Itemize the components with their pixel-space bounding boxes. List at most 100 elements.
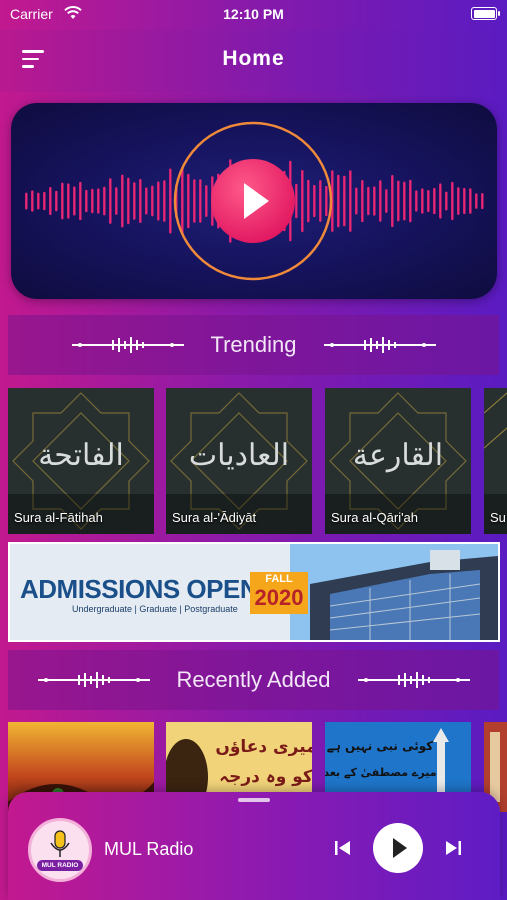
trending-card[interactable]: الفاتحة Sura al-Fātihah <box>8 388 154 534</box>
play-icon <box>393 838 407 858</box>
waveform-bar <box>415 190 418 212</box>
waveform-bar <box>181 167 184 235</box>
waveform-bar <box>409 179 412 223</box>
card-caption: Sura al-'Ādiyāt <box>172 510 257 525</box>
waveform-bar <box>421 188 424 214</box>
waveform-bar <box>37 192 40 210</box>
card-caption: Su <box>490 510 506 525</box>
card-arabic-title: العاديات <box>188 438 290 473</box>
waveform-bar <box>481 192 484 210</box>
waveform-bar <box>67 183 70 219</box>
waveform-bar <box>133 182 136 220</box>
waveform-divider-icon <box>358 672 470 688</box>
status-bar: Carrier 12:10 PM <box>0 0 507 30</box>
trending-card[interactable]: Su <box>484 388 507 534</box>
waveform-bar <box>373 186 376 216</box>
waveform-bar <box>151 185 154 217</box>
waveform-bar <box>451 181 454 221</box>
waveform-bar <box>205 185 208 217</box>
waveform-bar <box>163 180 166 222</box>
waveform-bar <box>31 190 34 212</box>
waveform-bar <box>61 182 64 220</box>
waveform-bar <box>85 189 88 213</box>
waveform-bar <box>319 180 322 222</box>
waveform-bar <box>343 175 346 227</box>
svg-text:کوئی نبی نہیں ہے: کوئی نبی نہیں ہے <box>327 739 434 754</box>
mini-player[interactable]: MUL RADIO MUL Radio <box>8 792 500 900</box>
radio-logo-label: MUL RADIO <box>37 860 83 871</box>
waveform-bar <box>115 187 118 215</box>
waveform-bar <box>349 170 352 232</box>
waveform-bar <box>307 179 310 223</box>
waveform-bar <box>49 187 52 215</box>
waveform-bar <box>295 183 298 219</box>
waveform-bar <box>145 187 148 215</box>
trending-section-header: Trending <box>8 315 499 375</box>
waveform-bar <box>169 168 172 234</box>
nav-bar: Home <box>0 30 507 92</box>
waveform-bar <box>199 179 202 223</box>
card-arabic-title: القارعة <box>352 438 444 473</box>
waveform-bar <box>439 183 442 219</box>
waveform-bar <box>193 179 196 223</box>
radio-logo[interactable]: MUL RADIO <box>28 818 92 882</box>
waveform-bar <box>325 185 328 217</box>
waveform-bar <box>157 181 160 221</box>
waveform-bar <box>109 178 112 224</box>
mini-play-button[interactable] <box>373 823 423 873</box>
waveform-bar <box>121 174 124 228</box>
waveform-bar <box>139 179 142 223</box>
waveform-bar <box>127 177 130 225</box>
waveform-bar <box>391 175 394 227</box>
battery-icon <box>471 7 500 20</box>
waveform-bar <box>103 186 106 216</box>
trending-card[interactable]: القارعة Sura al-Qāri'ah <box>325 388 471 534</box>
waveform-bar <box>25 192 28 210</box>
waveform-bar <box>55 190 58 212</box>
svg-text:میرے مصطفیٰ کے بعد: میرے مصطفیٰ کے بعد <box>325 766 437 779</box>
skip-next-icon[interactable] <box>444 840 462 856</box>
hero-player-card[interactable] <box>11 103 497 299</box>
waveform-bar <box>463 187 466 215</box>
card-caption: Sura al-Fātihah <box>14 510 103 525</box>
waveform-divider-icon <box>324 337 436 353</box>
waveform-bar <box>43 191 46 211</box>
waveform-bar <box>355 187 358 215</box>
skip-previous-icon[interactable] <box>334 840 352 856</box>
svg-text:کو وہ درجہ: کو وہ درجہ <box>219 767 312 787</box>
card-caption: Sura al-Qāri'ah <box>331 510 419 525</box>
ad-fall-label: FALL <box>265 573 293 585</box>
ad-year-label: 2020 <box>254 585 304 610</box>
waveform-bar <box>457 187 460 215</box>
waveform-bar <box>91 188 94 214</box>
waveform-graphic <box>25 121 484 281</box>
waveform-bar <box>475 193 478 209</box>
page-title: Home <box>222 47 285 70</box>
now-playing-title: MUL Radio <box>104 839 194 859</box>
waveform-bar <box>445 191 448 211</box>
waveform-bar <box>367 186 370 216</box>
waveform-bar <box>313 184 316 218</box>
drag-handle[interactable] <box>238 798 270 802</box>
waveform-bar <box>379 180 382 222</box>
waveform-bar <box>385 189 388 213</box>
waveform-bar <box>79 181 82 221</box>
waveform-bar <box>187 173 190 229</box>
waveform-bar <box>427 189 430 213</box>
svg-text:میری دعاؤں: میری دعاؤں <box>215 737 312 757</box>
ad-fall-badge: FALL 2020 <box>250 572 308 614</box>
trending-card[interactable]: العاديات Sura al-'Ādiyāt <box>166 388 312 534</box>
waveform-bar <box>397 180 400 222</box>
waveform-bar <box>73 186 76 216</box>
waveform-bar <box>337 174 340 228</box>
admissions-ad-banner[interactable]: ADMISSIONS OPEN FALL 2020 Undergraduate … <box>8 542 500 642</box>
waveform-bar <box>97 188 100 214</box>
status-time: 12:10 PM <box>223 6 284 22</box>
waveform-bar <box>403 181 406 221</box>
waveform-bar <box>301 169 304 233</box>
waveform-bar <box>469 188 472 214</box>
recent-section-header: Recently Added <box>8 650 499 710</box>
ad-subheadline: Undergraduate | Graduate | Postgraduate <box>72 604 238 614</box>
waveform-bar <box>361 179 364 223</box>
card-arabic-title: الفاتحة <box>38 438 124 473</box>
